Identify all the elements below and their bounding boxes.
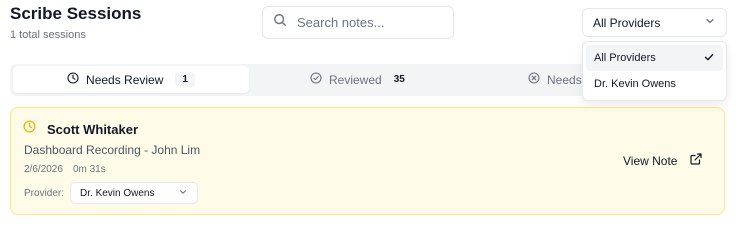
session-meta: 2/6/2026 0m 31s <box>24 164 106 175</box>
dropdown-option-all-providers[interactable]: All Providers <box>586 45 723 71</box>
session-provider-select[interactable]: Dr. Kevin Owens <box>70 182 199 204</box>
view-note-label: View Note <box>623 153 678 168</box>
search-input[interactable] <box>297 15 447 30</box>
chevron-down-icon <box>704 15 716 30</box>
provider-filter-select[interactable]: All Providers <box>582 8 727 37</box>
recording-title: Dashboard Recording - John Lim <box>24 143 201 157</box>
session-duration: 0m 31s <box>72 164 106 175</box>
search-box[interactable] <box>262 6 454 39</box>
patient-name: Scott Whitaker <box>47 121 139 137</box>
page-title: Scribe Sessions <box>10 4 142 23</box>
page: Scribe Sessions 1 total sessions All Pro… <box>0 0 743 242</box>
x-circle-icon <box>528 72 547 87</box>
session-provider-value: Dr. Kevin Owens <box>80 187 155 199</box>
tab-count-badge: 1 <box>175 72 195 87</box>
session-card[interactable]: Scott Whitaker Dashboard Recording - Joh… <box>10 107 725 215</box>
session-date: 2/6/2026 <box>24 164 63 175</box>
provider-label: Provider: <box>24 187 65 199</box>
option-label: Dr. Kevin Owens <box>594 78 676 90</box>
tab-label: Needs <box>547 72 582 87</box>
patient-row: Scott Whitaker <box>23 120 138 138</box>
check-circle-icon <box>310 72 329 87</box>
view-note-button[interactable]: View Note <box>623 153 703 168</box>
tab-label: Reviewed <box>329 72 382 87</box>
tab-label: Needs Review <box>86 72 164 87</box>
search-icon <box>273 13 297 32</box>
clock-icon <box>23 120 47 138</box>
chevron-down-icon <box>178 187 188 200</box>
tab-needs[interactable]: Needs <box>528 66 582 93</box>
session-count: 1 total sessions <box>10 29 86 41</box>
tab-needs-review[interactable]: Needs Review 1 <box>13 66 249 93</box>
provider-filter-value: All Providers <box>593 15 661 30</box>
tab-reviewed[interactable]: Reviewed 35 <box>310 66 405 93</box>
clock-icon <box>67 72 86 87</box>
provider-dropdown-menu: All Providers Dr. Kevin Owens <box>582 41 727 101</box>
tab-count-badge: 35 <box>393 74 405 85</box>
option-label: All Providers <box>594 52 656 64</box>
provider-row: Provider: Dr. Kevin Owens <box>24 182 199 204</box>
external-link-icon <box>677 153 703 168</box>
check-icon <box>703 51 715 66</box>
dropdown-option-kevin-owens[interactable]: Dr. Kevin Owens <box>586 71 723 97</box>
